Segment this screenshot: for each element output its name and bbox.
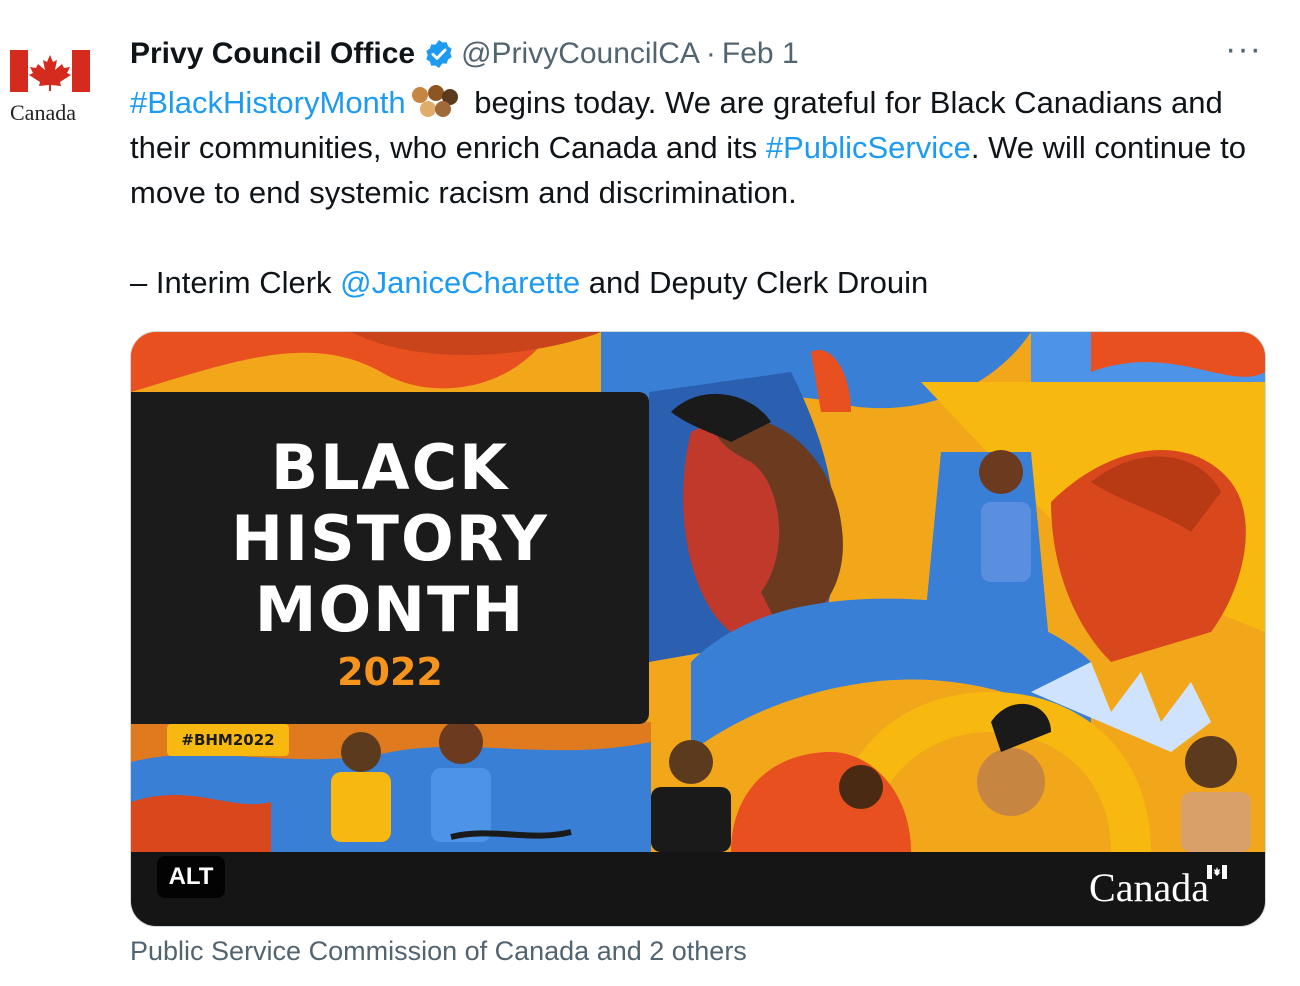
hashtag-link-public-service[interactable]: #PublicService xyxy=(766,130,971,165)
tweet-media-image[interactable]: BLACK HISTORY MONTH 2022 #BHM2022 ALT Ca… xyxy=(130,331,1266,927)
canada-flag-icon xyxy=(10,50,90,92)
tweet-text: #BlackHistoryMonth begins today. We are … xyxy=(130,80,1265,305)
tagged-users-link[interactable]: Public Service Commission of Canada and … xyxy=(130,936,747,967)
bhm-title: BLACK HISTORY MONTH xyxy=(131,432,649,645)
raised-fist-emoji-icon xyxy=(411,85,458,117)
author-name[interactable]: Privy Council Office xyxy=(130,37,415,71)
verified-badge-icon[interactable] xyxy=(423,38,455,70)
hashtag-link-bhm[interactable]: #BlackHistoryMonth xyxy=(130,85,406,120)
canada-flag-icon xyxy=(1207,865,1227,879)
bhm-title-line3: MONTH xyxy=(254,573,526,646)
tweet-paragraph: #BlackHistoryMonth begins today. We are … xyxy=(130,80,1265,215)
separator-dot: · xyxy=(705,37,716,70)
bhm-year: 2022 xyxy=(337,650,443,694)
tweet-date[interactable]: Feb 1 xyxy=(722,37,799,71)
avatar-wordmark: Canada xyxy=(10,100,76,125)
author-handle[interactable]: @PrivyCouncilCA xyxy=(461,37,700,71)
canada-wordmark: Canada xyxy=(1089,864,1227,911)
signature-suffix: and Deputy Clerk Drouin xyxy=(580,265,929,300)
bhm-title-panel: BLACK HISTORY MONTH 2022 xyxy=(131,392,649,724)
author-avatar[interactable]: Canada xyxy=(8,42,92,126)
tweet-signature: – Interim Clerk @JaniceCharette and Depu… xyxy=(130,260,1265,305)
bhm-title-line1: BLACK xyxy=(270,431,510,504)
more-icon[interactable]: ··· xyxy=(1225,30,1262,69)
signature-prefix: – Interim Clerk xyxy=(130,265,341,300)
canada-wordmark-text: Canada xyxy=(1089,865,1209,910)
alt-text-button[interactable]: ALT xyxy=(157,856,225,898)
bhm-title-line2: HISTORY xyxy=(231,502,549,575)
mention-link[interactable]: @JaniceCharette xyxy=(340,265,580,300)
bhm-hashtag-badge: #BHM2022 xyxy=(167,724,289,756)
tweet-header: Privy Council Office @PrivyCouncilCA · F… xyxy=(130,34,799,74)
